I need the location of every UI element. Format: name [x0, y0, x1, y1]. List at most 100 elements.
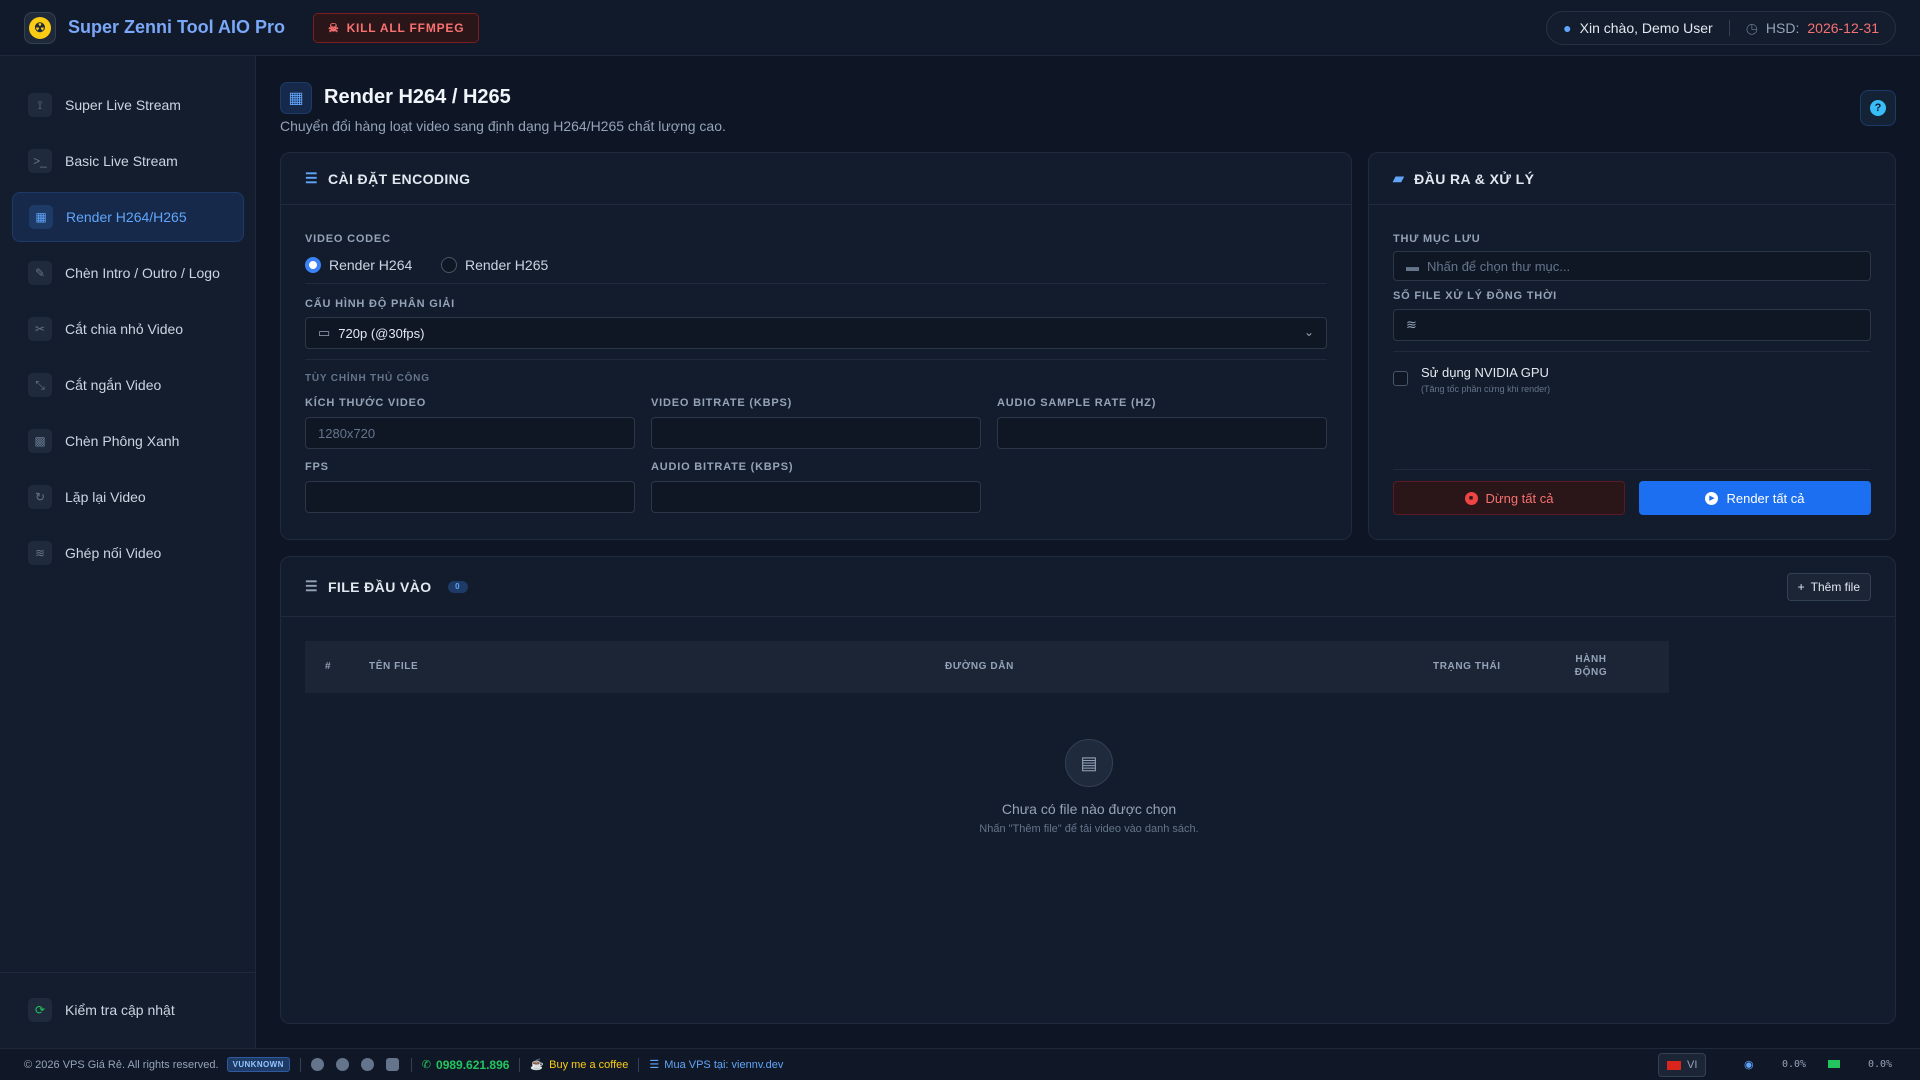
resolution-value: 720p (@30fps) [338, 325, 425, 341]
coffee-link[interactable]: Buy me a coffee [549, 1059, 628, 1071]
version-badge: VUNKNOWN [226, 1057, 290, 1072]
cpu-icon: ◉ [1744, 1059, 1754, 1071]
sidebar-item-label: Chèn Intro / Outro / Logo [65, 265, 220, 281]
sidebar-item-label: Cắt ngắn Video [65, 377, 162, 393]
video-bitrate-input[interactable] [651, 417, 981, 449]
sidebar-item-label: Render H264/H265 [66, 209, 187, 225]
col-path: ĐƯỜNG DẪN [945, 661, 1014, 672]
folder-input[interactable]: ▬ Nhấn để chọn thư mục... [1393, 251, 1871, 281]
divider [1393, 351, 1871, 352]
vietnam-flag-icon [1667, 1060, 1681, 1070]
radio-h265-label: Render H265 [465, 257, 549, 273]
sidebar-item-label: Super Live Stream [65, 97, 181, 113]
clock-icon: ◷ [1745, 19, 1758, 36]
add-file-button[interactable]: + Thêm file [1786, 573, 1871, 601]
telegram-icon[interactable] [335, 1058, 349, 1071]
files-card-header: ☰ FILE ĐẦU VÀO 0 [281, 557, 1895, 617]
user-greeting: Xin chào, Demo User [1579, 20, 1713, 36]
user-circle-icon: ● [1563, 20, 1572, 36]
facebook-icon[interactable] [310, 1058, 324, 1071]
app-title: Super Zenni Tool AIO Pro [68, 17, 286, 37]
plus-icon: + [1797, 580, 1805, 594]
render-all-button[interactable]: ▶ Render tất cả [1639, 481, 1871, 515]
resolution-label: CẤU HÌNH ĐỘ PHÂN GIẢI [305, 298, 456, 310]
divider [305, 359, 1327, 360]
folder-label: THƯ MỤC LƯU [1393, 233, 1481, 245]
col-actions: HÀNH ĐỘNG [1574, 654, 1608, 678]
size-label: KÍCH THƯỚC VIDEO [305, 397, 427, 409]
sidebar-item-intro-outro-logo[interactable]: ✎ Chèn Intro / Outro / Logo [12, 248, 244, 298]
folder-icon: ▬ [1406, 258, 1419, 274]
output-card-header: ▰ ĐẦU RA & XỬ LÝ [1369, 153, 1895, 205]
concurrent-label: SỐ FILE XỬ LÝ ĐỒNG THỜI [1393, 290, 1558, 302]
kill-label: KILL ALL FFMPEG [346, 20, 465, 35]
table-header: # TÊN FILE ĐƯỜNG DẪN TRẠNG THÁI HÀNH ĐỘN… [305, 641, 1669, 693]
radio-h265[interactable]: Render H265 [441, 257, 548, 273]
sidebar-item-label: Ghép nối Video [65, 545, 162, 561]
expiry-label: HSD: [1765, 20, 1800, 36]
check-update-button[interactable]: ⟳ Kiểm tra cập nhật [12, 985, 244, 1035]
phone-number[interactable]: 0989.621.896 [436, 1058, 509, 1072]
page-subtitle: Chuyển đổi hàng loạt video sang định dạn… [280, 118, 726, 134]
film-icon: ▦ [280, 82, 312, 114]
stop-all-button[interactable]: ■ Dừng tất cả [1393, 481, 1625, 515]
top-bar: ☢ Super Zenni Tool AIO Pro ☠ KILL ALL FF… [0, 0, 1920, 56]
encoding-card: ☰ CÀI ĐẶT ENCODING VIDEO CODEC Render H2… [280, 152, 1352, 540]
fps-input[interactable] [305, 481, 635, 513]
encoding-card-header: ☰ CÀI ĐẶT ENCODING [281, 153, 1351, 205]
concurrent-input[interactable]: ≋ [1393, 309, 1871, 341]
abitrate-label: AUDIO BITRATE (KBPS) [651, 461, 794, 473]
sidebar-item-merge-video[interactable]: ≋ Ghép nối Video [12, 528, 244, 578]
stop-label: Dừng tất cả [1485, 490, 1554, 506]
sample-rate-input[interactable] [997, 417, 1327, 449]
help-button[interactable]: ? [1860, 90, 1896, 126]
sidebar-item-label: Cắt chia nhỏ Video [65, 321, 184, 337]
biohazard-icon: ☢ [29, 16, 51, 39]
sidebar-item-label: Basic Live Stream [65, 153, 178, 169]
sidebar-item-basic-live-stream[interactable]: >_ Basic Live Stream [12, 136, 244, 186]
folder-placeholder: Nhấn để chọn thư mục... [1427, 258, 1571, 274]
render-label: Render tất cả [1726, 490, 1805, 506]
brush-icon: ✎ [28, 261, 52, 285]
stop-circle-icon: ■ [1464, 491, 1478, 505]
sidebar-item-loop-video[interactable]: ↻ Lặp lại Video [12, 472, 244, 522]
divider [1393, 469, 1871, 470]
greenscreen-icon: ▩ [28, 429, 52, 453]
audio-bitrate-input[interactable] [651, 481, 981, 513]
radio-h264[interactable]: Render H264 [305, 257, 412, 273]
sidebar-item-greenscreen[interactable]: ▩ Chèn Phông Xanh [12, 416, 244, 466]
samplerate-label: AUDIO SAMPLE RATE (HZ) [997, 397, 1157, 409]
youtube-icon[interactable] [385, 1058, 399, 1071]
user-pill: ● Xin chào, Demo User ◷ HSD: 2026-12-31 [1546, 11, 1896, 45]
sidebar-item-split-video[interactable]: ✂ Cắt chia nhỏ Video [12, 304, 244, 354]
empty-hint: Nhấn "Thêm file" để tải video vào danh s… [979, 823, 1199, 835]
sidebar-footer: ⟳ Kiểm tra cập nhật [0, 972, 256, 1048]
main-content: ▦ Render H264 / H265 Chuyển đổi hàng loạ… [256, 56, 1920, 1048]
video-size-input[interactable]: 1280x720 [305, 417, 635, 449]
memory-icon [1828, 1060, 1840, 1068]
kill-all-ffmpeg-button[interactable]: ☠ KILL ALL FFMPEG [313, 12, 480, 43]
sidebar: ⟟ Super Live Stream >_ Basic Live Stream ▦… [0, 56, 256, 1048]
sidebar-item-trim-video[interactable]: ⤡ Cắt ngắn Video [12, 360, 244, 410]
vps-link[interactable]: Mua VPS tại: viennv.dev [664, 1059, 783, 1071]
sidebar-item-super-live-stream[interactable]: ⟟ Super Live Stream [12, 80, 244, 130]
language-label: VI [1687, 1059, 1698, 1071]
codec-label: VIDEO CODEC [305, 233, 391, 245]
add-file-label: Thêm file [1810, 580, 1860, 594]
radio-dot [441, 257, 457, 273]
resolution-select[interactable]: ▭ 720p (@30fps) ⌄ [305, 317, 1327, 349]
cpu-usage: 0.0% [1782, 1059, 1807, 1070]
repeat-icon: ↻ [28, 485, 52, 509]
language-switcher[interactable]: VI [1658, 1053, 1707, 1077]
output-card: ▰ ĐẦU RA & XỬ LÝ THƯ MỤC LƯU ▬ Nhấn để c… [1368, 152, 1896, 540]
footer: © 2026 VPS Giá Rẻ. All rights reserved. … [0, 1048, 1920, 1080]
discord-icon[interactable] [360, 1058, 374, 1071]
sidebar-item-label: Chèn Phông Xanh [65, 433, 180, 449]
compress-icon: ⤡ [28, 373, 52, 397]
page-title: Render H264 / H265 [324, 86, 511, 108]
fps-label: FPS [305, 461, 329, 473]
layers-icon: ≋ [28, 541, 52, 565]
antenna-icon: ⟟ [28, 93, 52, 117]
sidebar-item-render[interactable]: ▦ Render H264/H265 [12, 192, 244, 242]
gpu-checkbox[interactable] [1393, 371, 1408, 386]
